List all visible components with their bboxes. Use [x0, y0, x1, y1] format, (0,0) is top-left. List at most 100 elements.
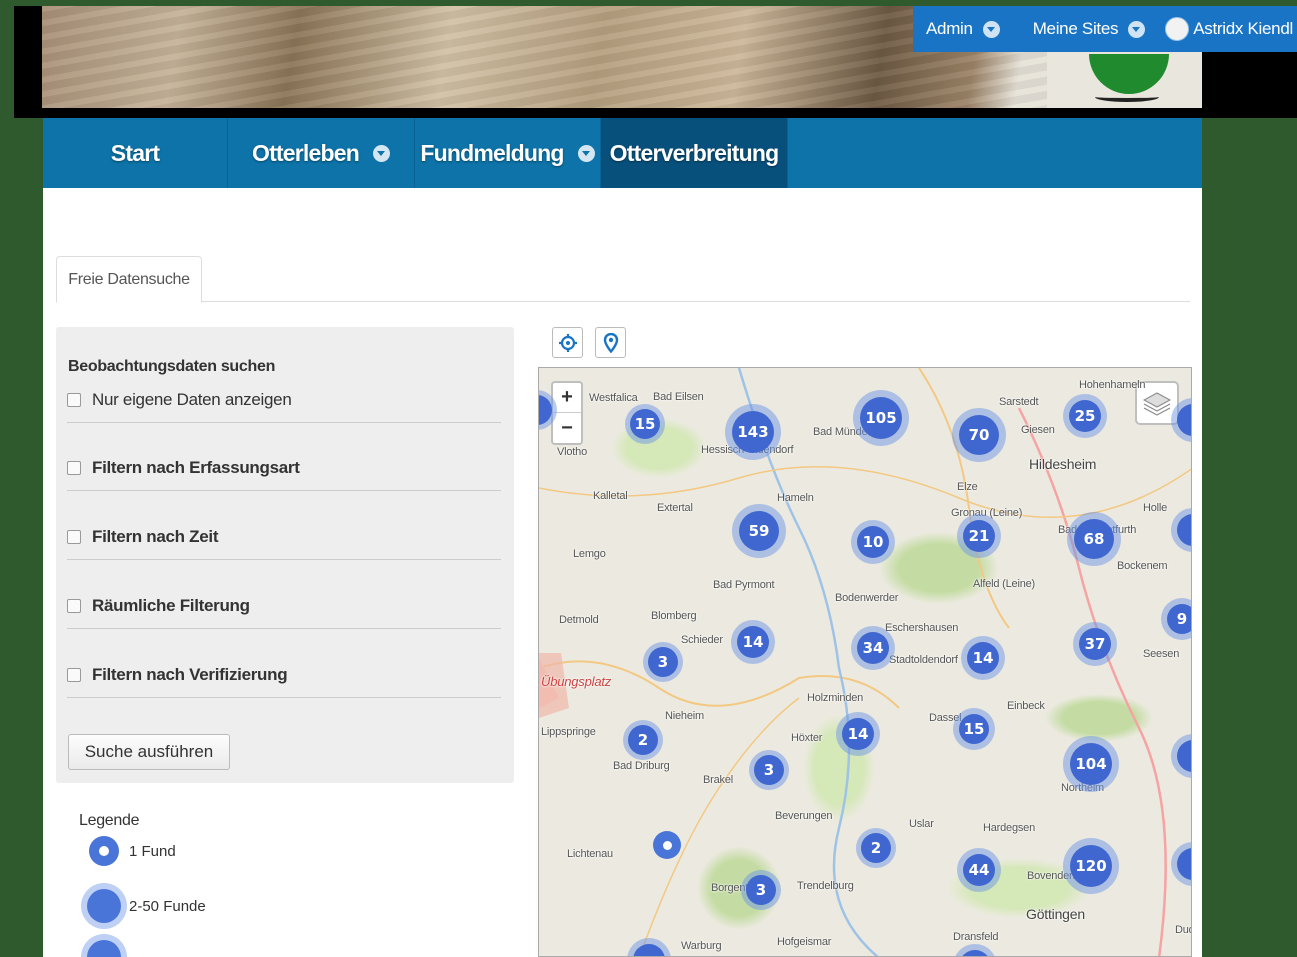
legend-item-cluster: 2-50 Funde: [79, 883, 206, 929]
place-label: Bockenem: [1117, 560, 1168, 572]
admin-menu[interactable]: Admin: [926, 19, 1000, 39]
chevron-down-icon[interactable]: [577, 144, 595, 162]
place-label: Nieheim: [665, 710, 704, 722]
filter-verifizierung[interactable]: Filtern nach Verifizierung: [67, 652, 501, 698]
distribution-map[interactable]: + − Westfalica Bad Eilsen Hohenhameln Sa…: [538, 367, 1192, 957]
place-label: Dransfeld: [953, 931, 999, 943]
cluster-marker[interactable]: 25: [1063, 394, 1107, 438]
cluster-marker[interactable]: 3: [741, 870, 781, 910]
filter-label: Filtern nach Verifizierung: [92, 664, 288, 684]
user-menu[interactable]: Astridx Kiendl: [1165, 17, 1293, 41]
zoom-in-button[interactable]: +: [553, 383, 581, 413]
cluster-marker[interactable]: 3: [643, 642, 683, 682]
place-label: Warburg: [681, 940, 722, 952]
filter-own-data[interactable]: Nur eigene Daten anzeigen: [67, 377, 501, 423]
filter-zeit[interactable]: Filtern nach Zeit: [67, 514, 501, 560]
header-divider: [14, 110, 1297, 118]
legend-label: 2-50 Funde: [129, 897, 206, 915]
place-label: Höxter: [791, 732, 823, 744]
cluster-marker[interactable]: 68: [1067, 512, 1121, 566]
nav-item-otterleben[interactable]: Otterleben: [228, 118, 415, 188]
single-find-marker-icon: [89, 836, 119, 866]
cluster-marker[interactable]: 21: [957, 514, 1001, 558]
tab-freie-datensuche[interactable]: Freie Datensuche: [56, 256, 202, 303]
cluster-marker[interactable]: 34: [851, 626, 895, 670]
cluster-count: 34: [857, 632, 889, 664]
chevron-down-icon[interactable]: [373, 144, 391, 162]
place-label: Bad Pyrmont: [713, 579, 775, 591]
cluster-marker[interactable]: 143: [725, 404, 781, 460]
cluster-marker[interactable]: 59: [732, 504, 786, 558]
cluster-marker[interactable]: 37: [1073, 622, 1117, 666]
cluster-count: 2: [861, 833, 891, 863]
place-label: Westfalica: [589, 392, 638, 404]
tab-bar: Freie Datensuche: [56, 256, 1190, 303]
cluster-count: 120: [1070, 845, 1112, 887]
place-label: Hardegsen: [983, 822, 1036, 834]
site-logo[interactable]: [1047, 46, 1202, 108]
filter-label: Nur eigene Daten anzeigen: [92, 389, 292, 409]
erfassungsart-checkbox[interactable]: [67, 460, 81, 475]
cluster-marker[interactable]: 120: [1063, 838, 1119, 894]
admin-menu-label: Admin: [926, 19, 973, 38]
place-label: Göttingen: [1026, 906, 1085, 922]
cluster-marker[interactable]: 104: [1063, 736, 1119, 792]
place-label: Übungsplatz: [541, 674, 612, 689]
chevron-down-icon: [1128, 20, 1146, 38]
user-name: Astridx Kiendl: [1193, 19, 1293, 38]
cluster-marker[interactable]: 2: [856, 828, 896, 868]
cluster-count: 2: [628, 725, 658, 755]
marker-button[interactable]: [595, 327, 626, 358]
verifizierung-checkbox[interactable]: [67, 667, 81, 682]
place-label: Vlotho: [557, 446, 587, 458]
filter-raeumlich[interactable]: Räumliche Filterung: [67, 583, 501, 629]
cluster-count: 70: [959, 415, 999, 455]
cluster-marker[interactable]: 70: [952, 408, 1006, 462]
cluster-count: 25: [1069, 400, 1101, 432]
zoom-out-button[interactable]: −: [553, 413, 581, 443]
cluster-marker[interactable]: 2: [623, 720, 663, 760]
place-label: Uslar: [909, 818, 934, 830]
cluster-marker[interactable]: 3: [749, 750, 789, 790]
cluster-count: 143: [732, 411, 774, 453]
nav-item-start[interactable]: Start: [43, 118, 228, 188]
cluster-count: 3: [746, 875, 776, 905]
cluster-marker[interactable]: 105: [853, 390, 909, 446]
cluster-marker[interactable]: 14: [731, 620, 775, 664]
place-label: Alfeld (Leine): [973, 578, 1036, 590]
cluster-marker[interactable]: 14: [836, 712, 880, 756]
zeit-checkbox[interactable]: [67, 529, 81, 544]
cluster-marker[interactable]: 10: [851, 520, 895, 564]
cluster-marker[interactable]: 44: [957, 848, 1001, 892]
nav-item-label: Fundmeldung: [420, 139, 564, 166]
place-label: Bad Eilsen: [653, 391, 704, 403]
locate-button[interactable]: [552, 327, 583, 358]
nav-item-fundmeldung[interactable]: Fundmeldung: [415, 118, 601, 188]
filter-label: Filtern nach Zeit: [92, 526, 219, 546]
place-label: Eschershausen: [885, 622, 959, 634]
cluster-count: 3: [648, 647, 678, 677]
filter-erfassungsart[interactable]: Filtern nach Erfassungsart: [67, 445, 501, 491]
legend-item-single: 1 Fund: [79, 836, 176, 866]
admin-toolbar: Admin Meine Sites Astridx Kiendl: [913, 6, 1297, 52]
avatar: [1165, 17, 1190, 41]
place-label: Brakel: [703, 774, 733, 786]
place-label: Seesen: [1143, 648, 1180, 660]
place-label: Bad Driburg: [613, 760, 670, 772]
filter-label: Filtern nach Erfassungsart: [92, 457, 300, 477]
cluster-marker[interactable]: 15: [953, 708, 995, 750]
raeumlich-checkbox[interactable]: [67, 598, 81, 613]
nav-item-otterverbreitung[interactable]: Otterverbreitung: [601, 118, 788, 188]
cluster-marker-icon: [81, 934, 127, 957]
place-label: Lippspringe: [541, 726, 596, 738]
search-button[interactable]: Suche ausführen: [68, 734, 230, 770]
place-label: Stadtoldendorf: [889, 654, 958, 666]
place-label: Schieder: [681, 634, 723, 646]
filter-panel: Beobachtungsdaten suchen Nur eigene Date…: [56, 327, 514, 783]
single-find-marker[interactable]: [653, 831, 681, 859]
cluster-marker[interactable]: 15: [625, 404, 665, 444]
cluster-marker[interactable]: 14: [961, 636, 1005, 680]
my-sites-menu[interactable]: Meine Sites: [1033, 19, 1146, 39]
own-data-checkbox[interactable]: [67, 392, 81, 407]
cluster-count: 37: [1079, 628, 1111, 660]
